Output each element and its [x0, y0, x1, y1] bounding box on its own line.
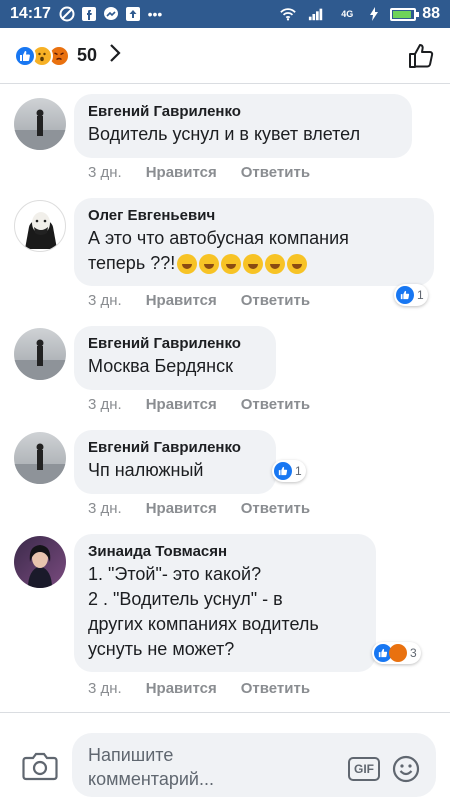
comment-actions: 3 дн. Нравится Ответить — [88, 164, 310, 181]
gif-button[interactable]: GIF — [348, 757, 380, 781]
comment-author[interactable]: Зинаида Товмасян — [88, 542, 362, 562]
status-bar: 14:17 ••• 4G 88 — [0, 0, 450, 28]
comment-time: 3 дн. — [88, 500, 122, 517]
charging-icon — [370, 6, 379, 22]
reaction-count: 1 — [295, 464, 302, 478]
reply-comment-link[interactable]: Ответить — [241, 164, 310, 181]
comment-reactions-badge[interactable]: 1 — [272, 460, 306, 482]
comment-bubble[interactable]: Евгений Гавриленко Чп налюжный — [74, 430, 276, 494]
signal-4g-icon: 4G — [341, 9, 354, 19]
reactions-summary[interactable] — [14, 44, 70, 67]
comment-text: А это что автобусная компания — [88, 228, 349, 248]
upload-icon — [125, 6, 141, 22]
like-comment-link[interactable]: Нравится — [146, 680, 217, 697]
status-time: 14:17 — [10, 5, 51, 22]
comment-actions: 3 дн. Нравится Ответить — [88, 396, 310, 413]
comment-text: других компаниях водитель — [88, 614, 319, 634]
comment-text: Москва Бердянск — [88, 356, 233, 376]
comment-time: 3 дн. — [88, 164, 122, 181]
like-post-button[interactable] — [406, 41, 436, 71]
reaction-count[interactable]: 50 — [77, 45, 97, 66]
comment-input[interactable]: Напишите комментарий... — [72, 733, 436, 797]
comment-text: уснуть не может? — [88, 639, 235, 659]
avatar[interactable] — [14, 328, 66, 380]
smiling-emoji-icon — [287, 254, 308, 275]
comment-text: 1. "Этой"- это какой? — [88, 564, 262, 584]
comment-reactions-badge[interactable]: 3 — [372, 642, 421, 664]
laughing-emoji-icon — [199, 254, 220, 275]
facebook-icon — [81, 6, 97, 22]
comment-text: теперь ??! — [88, 251, 420, 276]
comment-reactions-badge[interactable]: 1 — [394, 284, 428, 306]
comment-time: 3 дн. — [88, 396, 122, 413]
camera-icon[interactable] — [22, 751, 58, 781]
signal-icon — [308, 6, 324, 22]
like-comment-link[interactable]: Нравится — [146, 292, 217, 309]
avatar[interactable] — [14, 432, 66, 484]
laughing-emoji-icon — [177, 254, 198, 275]
comment-text-line: теперь ??! — [88, 253, 176, 273]
reply-comment-link[interactable]: Ответить — [241, 680, 310, 697]
like-comment-link[interactable]: Нравится — [146, 500, 217, 517]
comment-text: Чп налюжный — [88, 460, 204, 480]
comment-author[interactable]: Евгений Гавриленко — [88, 438, 262, 458]
comment-time: 3 дн. — [88, 292, 122, 309]
comment-text: 2 . "Водитель уснул" - в — [88, 589, 283, 609]
comment-bubble[interactable]: Зинаида Товмасян 1. "Этой"- это какой? 2… — [74, 534, 376, 672]
wifi-icon — [280, 6, 296, 22]
comment-author[interactable]: Евгений Гавриленко — [88, 102, 398, 122]
mute-icon — [59, 6, 75, 22]
more-notifications-icon: ••• — [147, 6, 163, 22]
avatar[interactable] — [14, 200, 66, 252]
comment-actions: 3 дн. Нравится Ответить — [88, 292, 310, 309]
comment-actions: 3 дн. Нравится Ответить — [88, 500, 310, 517]
grinning-emoji-icon — [265, 254, 286, 275]
comment-text: Водитель уснул и в кувет влетел — [88, 124, 361, 144]
reaction-count: 1 — [417, 288, 424, 302]
comment-actions: 3 дн. Нравится Ответить — [88, 680, 310, 697]
smiling-emoji-icon — [221, 254, 242, 275]
comment-author[interactable]: Олег Евгеньевич — [88, 206, 420, 226]
emoji-icon[interactable] — [392, 755, 420, 783]
like-comment-link[interactable]: Нравится — [146, 164, 217, 181]
smiling-emoji-icon — [243, 254, 264, 275]
battery-icon — [390, 7, 420, 21]
like-icon — [274, 462, 292, 480]
comment-author[interactable]: Евгений Гавриленко — [88, 334, 262, 354]
avatar[interactable] — [14, 536, 66, 588]
avatar[interactable] — [14, 98, 66, 150]
reactions-header: 50 — [0, 28, 450, 84]
comment-bubble[interactable]: Олег Евгеньевич А это что автобусная ком… — [74, 198, 434, 286]
comment-bubble[interactable]: Евгений Гавриленко Водитель уснул и в ку… — [74, 94, 412, 158]
comment-composer: Напишите комментарий... GIF — [0, 712, 450, 800]
chevron-right-icon[interactable] — [109, 43, 121, 69]
like-icon — [396, 286, 414, 304]
comment-bubble[interactable]: Евгений Гавриленко Москва Бердянск — [74, 326, 276, 390]
like-comment-link[interactable]: Нравится — [146, 396, 217, 413]
battery-percent: 88 — [422, 5, 440, 22]
angry-icon — [389, 644, 407, 662]
comment-time: 3 дн. — [88, 680, 122, 697]
reply-comment-link[interactable]: Ответить — [241, 396, 310, 413]
reply-comment-link[interactable]: Ответить — [241, 500, 310, 517]
reply-comment-link[interactable]: Ответить — [241, 292, 310, 309]
messenger-icon — [103, 6, 119, 22]
like-icon — [14, 44, 36, 67]
reaction-count: 3 — [410, 646, 417, 660]
